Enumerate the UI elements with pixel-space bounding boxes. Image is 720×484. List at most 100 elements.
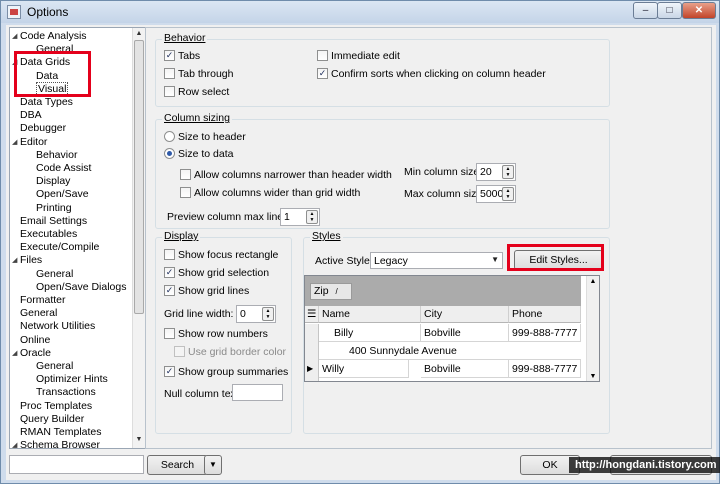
immediate-edit-checkbox[interactable]: Immediate edit	[317, 49, 400, 63]
tree-item-dba[interactable]: DBA	[20, 109, 42, 122]
tree-expand-icon[interactable]: ◢	[12, 439, 20, 448]
column-header-city[interactable]: City	[421, 306, 509, 323]
sort-icon: /	[335, 287, 338, 296]
column-header-name[interactable]: Name	[319, 306, 421, 323]
tree-item-formatter[interactable]: Formatter	[20, 294, 66, 307]
tree-item-general[interactable]: General	[36, 360, 73, 373]
tree-item-general[interactable]: General	[36, 268, 73, 281]
column-header-phone[interactable]: Phone	[509, 306, 581, 323]
tab-through-checkbox[interactable]: Tab through	[164, 67, 233, 81]
tree-item-oracle[interactable]: Oracle	[20, 347, 51, 360]
show-grid-lines-checkbox[interactable]: ✓ Show grid lines	[164, 284, 249, 298]
tree-scrollbar[interactable]: ▲ ▼	[132, 28, 145, 448]
tree-item-files[interactable]: Files	[20, 254, 42, 267]
dropdown-button[interactable]: ▼	[204, 455, 222, 475]
tree-item-printing[interactable]: Printing	[36, 202, 72, 215]
title-bar[interactable]: Options – □ ✕	[1, 1, 719, 23]
show-grid-selection-checkbox[interactable]: ✓ Show grid selection	[164, 266, 269, 280]
spin-arrows-icon[interactable]: ▲ ▼	[502, 187, 514, 201]
checkbox-icon: ✓	[164, 49, 175, 61]
null-column-text-input[interactable]	[232, 384, 283, 401]
table-cell[interactable]: Billy	[331, 324, 421, 342]
tree-item-label: Query Builder	[20, 412, 85, 425]
max-column-size-spinner[interactable]: 5000 ▲ ▼	[476, 185, 516, 203]
tree-item-transactions[interactable]: Transactions	[36, 386, 96, 399]
min-column-size-spinner[interactable]: 20 ▲ ▼	[476, 163, 516, 181]
tree-item-execute-compile[interactable]: Execute/Compile	[20, 241, 99, 254]
size-to-header-radio[interactable]: Size to header	[164, 130, 246, 144]
spin-arrows-icon[interactable]: ▲ ▼	[262, 307, 274, 321]
tree-item-online[interactable]: Online	[20, 334, 50, 347]
tree-item-label: Printing	[36, 201, 72, 214]
checkbox-icon	[164, 248, 175, 260]
tree-item-display[interactable]: Display	[36, 175, 70, 188]
scroll-up-icon[interactable]: ▲	[587, 276, 599, 288]
tree-item-executables[interactable]: Executables	[20, 228, 77, 241]
show-focus-rect-checkbox[interactable]: Show focus rectangle	[164, 248, 278, 262]
tree-expand-icon[interactable]: ◢	[12, 136, 20, 149]
tree-item-rman-templates[interactable]: RMAN Templates	[20, 426, 102, 439]
tree-item-email-settings[interactable]: Email Settings	[20, 215, 87, 228]
table-cell[interactable]: 999-888-7777	[509, 324, 581, 342]
tree-item-debugger[interactable]: Debugger	[20, 122, 66, 135]
tree-item-schema-browser[interactable]: Schema Browser	[20, 439, 100, 448]
show-row-numbers-checkbox[interactable]: Show row numbers	[164, 327, 268, 341]
tree-item-label: Optimizer Hints	[36, 373, 108, 386]
tree-item-label: Data Types	[20, 96, 73, 108]
preview-max-lines-spinner[interactable]: 1 ▲ ▼	[280, 208, 320, 226]
tree-item-network-utilities[interactable]: Network Utilities	[20, 320, 95, 333]
allow-wider-checkbox[interactable]: Allow columns wider than grid width	[180, 186, 360, 200]
search-button[interactable]: Search	[147, 455, 208, 475]
tree-item-code-assist[interactable]: Code Assist	[36, 162, 91, 175]
confirm-sorts-checkbox[interactable]: ✓ Confirm sorts when clicking on column h…	[317, 67, 546, 81]
allow-narrower-checkbox[interactable]: Allow columns narrower than header width	[180, 168, 392, 182]
tree-item-label: Debugger	[20, 122, 67, 135]
scroll-down-icon[interactable]: ▼	[587, 371, 599, 381]
tree-item-general[interactable]: General	[20, 307, 57, 320]
tree-item-editor[interactable]: Editor	[20, 136, 47, 149]
scroll-up-icon[interactable]: ▲	[133, 28, 145, 40]
table-cell[interactable]: Bobville	[421, 360, 509, 378]
scroll-down-icon[interactable]: ▼	[133, 434, 145, 446]
tree-item-code-analysis[interactable]: Code Analysis	[20, 30, 87, 43]
show-group-summaries-checkbox[interactable]: ✓ Show group summaries	[164, 365, 288, 379]
checkbox-icon	[174, 345, 185, 357]
minimize-button[interactable]: –	[633, 2, 658, 19]
tree-item-label: General	[20, 307, 58, 320]
grid-line-width-label: Grid line width:	[164, 308, 234, 320]
tree-item-label: Code Analysis	[20, 30, 87, 42]
tree-item-proc-templates[interactable]: Proc Templates	[20, 400, 92, 413]
display-group: Display Show focus rectangle ✓ Show grid …	[155, 230, 292, 434]
tree-expand-icon[interactable]: ◢	[12, 347, 20, 360]
tree-item-open-save-dialogs[interactable]: Open/Save Dialogs	[36, 281, 126, 294]
tree-item-label: DBA	[20, 109, 42, 122]
tree-expand-icon[interactable]: ◢	[12, 30, 20, 43]
size-to-data-radio[interactable]: Size to data	[164, 147, 233, 161]
tree-item-optimizer-hints[interactable]: Optimizer Hints	[36, 373, 108, 386]
spin-arrows-icon[interactable]: ▲ ▼	[502, 165, 514, 179]
tree-item-open-save[interactable]: Open/Save	[36, 188, 89, 201]
tabs-checkbox[interactable]: ✓ Tabs	[164, 49, 200, 63]
table-cell[interactable]: 999-888-7777	[509, 360, 581, 378]
tree-item-behavior[interactable]: Behavior	[36, 149, 77, 162]
active-style-select[interactable]: Legacy ▼	[370, 252, 503, 269]
checkbox-icon	[317, 49, 328, 61]
scroll-thumb[interactable]	[134, 40, 144, 314]
chevron-down-icon[interactable]: ▼	[491, 255, 499, 264]
tree-item-query-builder[interactable]: Query Builder	[20, 413, 84, 426]
maximize-button[interactable]: □	[657, 2, 682, 19]
app-icon	[7, 5, 21, 19]
table-cell[interactable]: Willy	[319, 360, 409, 378]
grid-line-width-spinner[interactable]: 0 ▲ ▼	[236, 305, 276, 323]
tree-expand-icon[interactable]: ◢	[12, 254, 20, 267]
use-grid-border-color-checkbox[interactable]: Use grid border color	[174, 345, 286, 359]
search-input[interactable]	[9, 455, 144, 474]
tree-item-data-types[interactable]: Data Types	[20, 96, 73, 109]
close-button[interactable]: ✕	[682, 2, 716, 19]
row-select-checkbox[interactable]: Row select	[164, 85, 229, 99]
table-cell[interactable]: Bobville	[421, 324, 509, 342]
tree-item-label: General	[36, 360, 74, 372]
preview-scrollbar[interactable]: ▲ ▼	[586, 276, 599, 381]
group-chip[interactable]: Zip /	[310, 283, 352, 300]
spin-arrows-icon[interactable]: ▲ ▼	[306, 210, 318, 224]
